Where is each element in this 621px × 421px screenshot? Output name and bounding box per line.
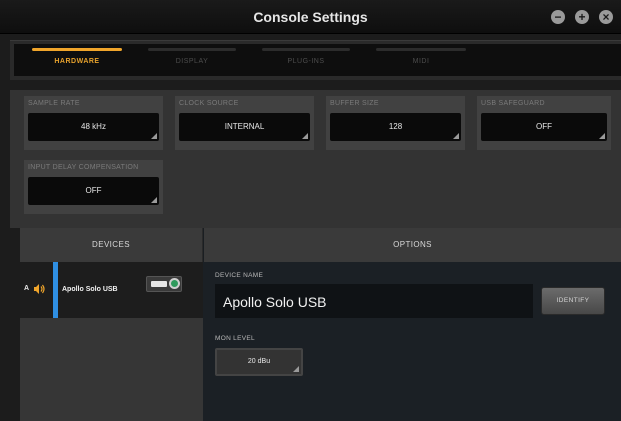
tab-midi-label: MIDI — [412, 58, 430, 65]
tab-midi[interactable]: MIDI — [376, 44, 466, 76]
clock-source-select[interactable]: INTERNAL — [179, 113, 310, 141]
device-letter: A — [24, 285, 30, 292]
usb-safeguard-label: USB SAFEGUARD — [481, 100, 545, 107]
device-name-field[interactable]: Apollo Solo USB — [215, 284, 533, 318]
clock-source-group: CLOCK SOURCE INTERNAL — [175, 96, 314, 150]
buffer-size-value: 128 — [388, 122, 403, 131]
tab-display[interactable]: DISPLAY — [148, 44, 236, 76]
device-name-value: Apollo Solo USB — [223, 294, 327, 310]
sample-rate-label: SAMPLE RATE — [28, 100, 80, 107]
device-row[interactable]: A Apollo Solo USB — [20, 262, 203, 318]
maximize-icon[interactable]: + — [575, 10, 589, 24]
mon-level-value: 20 dBu — [247, 358, 271, 365]
buffer-size-group: BUFFER SIZE 128 — [326, 96, 465, 150]
identify-button[interactable]: IDENTIFY — [541, 287, 605, 315]
input-delay-group: INPUT DELAY COMPENSATION OFF — [24, 160, 163, 214]
dropdown-corner-icon — [302, 133, 308, 139]
buffer-size-label: BUFFER SIZE — [330, 100, 379, 107]
dropdown-corner-icon — [293, 366, 299, 372]
dropdown-corner-icon — [151, 133, 157, 139]
tab-bar: HARDWARE DISPLAY PLUG-INS MIDI — [14, 44, 621, 76]
mon-level-select[interactable]: 20 dBu — [215, 348, 303, 376]
tab-plug-ins-label: PLUG-INS — [287, 58, 325, 65]
minimize-icon[interactable]: − — [551, 10, 565, 24]
window-title: Console Settings — [253, 9, 368, 25]
close-icon[interactable]: × — [599, 10, 613, 24]
mon-level-label: MON LEVEL — [215, 335, 255, 342]
options-header: OPTIONS — [204, 228, 621, 262]
devices-list: A Apollo Solo USB — [20, 262, 203, 421]
tab-plug-ins[interactable]: PLUG-INS — [262, 44, 350, 76]
devices-header: DEVICES — [20, 228, 203, 262]
usb-safeguard-value: OFF — [536, 122, 552, 131]
input-delay-value: OFF — [85, 186, 102, 195]
clock-source-value: INTERNAL — [224, 122, 265, 131]
device-name: Apollo Solo USB — [62, 286, 118, 293]
devices-options-section: DEVICES OPTIONS A Apollo Solo USB DEVICE… — [20, 228, 621, 421]
usb-safeguard-group: USB SAFEGUARD OFF — [477, 96, 611, 150]
title-bar: Console Settings − + × — [0, 0, 621, 34]
options-panel: DEVICE NAME Apollo Solo USB IDENTIFY MON… — [203, 262, 621, 421]
usb-safeguard-select[interactable]: OFF — [481, 113, 607, 141]
clock-source-label: CLOCK SOURCE — [179, 100, 239, 107]
hardware-settings-panel: SAMPLE RATE 48 kHz CLOCK SOURCE INTERNAL… — [10, 90, 621, 228]
device-name-label: DEVICE NAME — [215, 272, 264, 279]
tab-hardware-label: HARDWARE — [54, 58, 100, 65]
sample-rate-group: SAMPLE RATE 48 kHz — [24, 96, 163, 150]
dropdown-corner-icon — [599, 133, 605, 139]
sample-rate-select[interactable]: 48 kHz — [28, 113, 159, 141]
sample-rate-value: 48 kHz — [81, 122, 106, 131]
apollo-device-icon — [146, 276, 182, 292]
dropdown-corner-icon — [453, 133, 459, 139]
speaker-icon[interactable] — [33, 283, 45, 295]
dropdown-corner-icon — [151, 197, 157, 203]
tab-display-label: DISPLAY — [175, 58, 209, 65]
buffer-size-select[interactable]: 128 — [330, 113, 461, 141]
device-selected-indicator — [53, 262, 58, 318]
input-delay-label: INPUT DELAY COMPENSATION — [28, 164, 139, 171]
input-delay-select[interactable]: OFF — [28, 177, 159, 205]
tab-hardware[interactable]: HARDWARE — [32, 44, 122, 76]
